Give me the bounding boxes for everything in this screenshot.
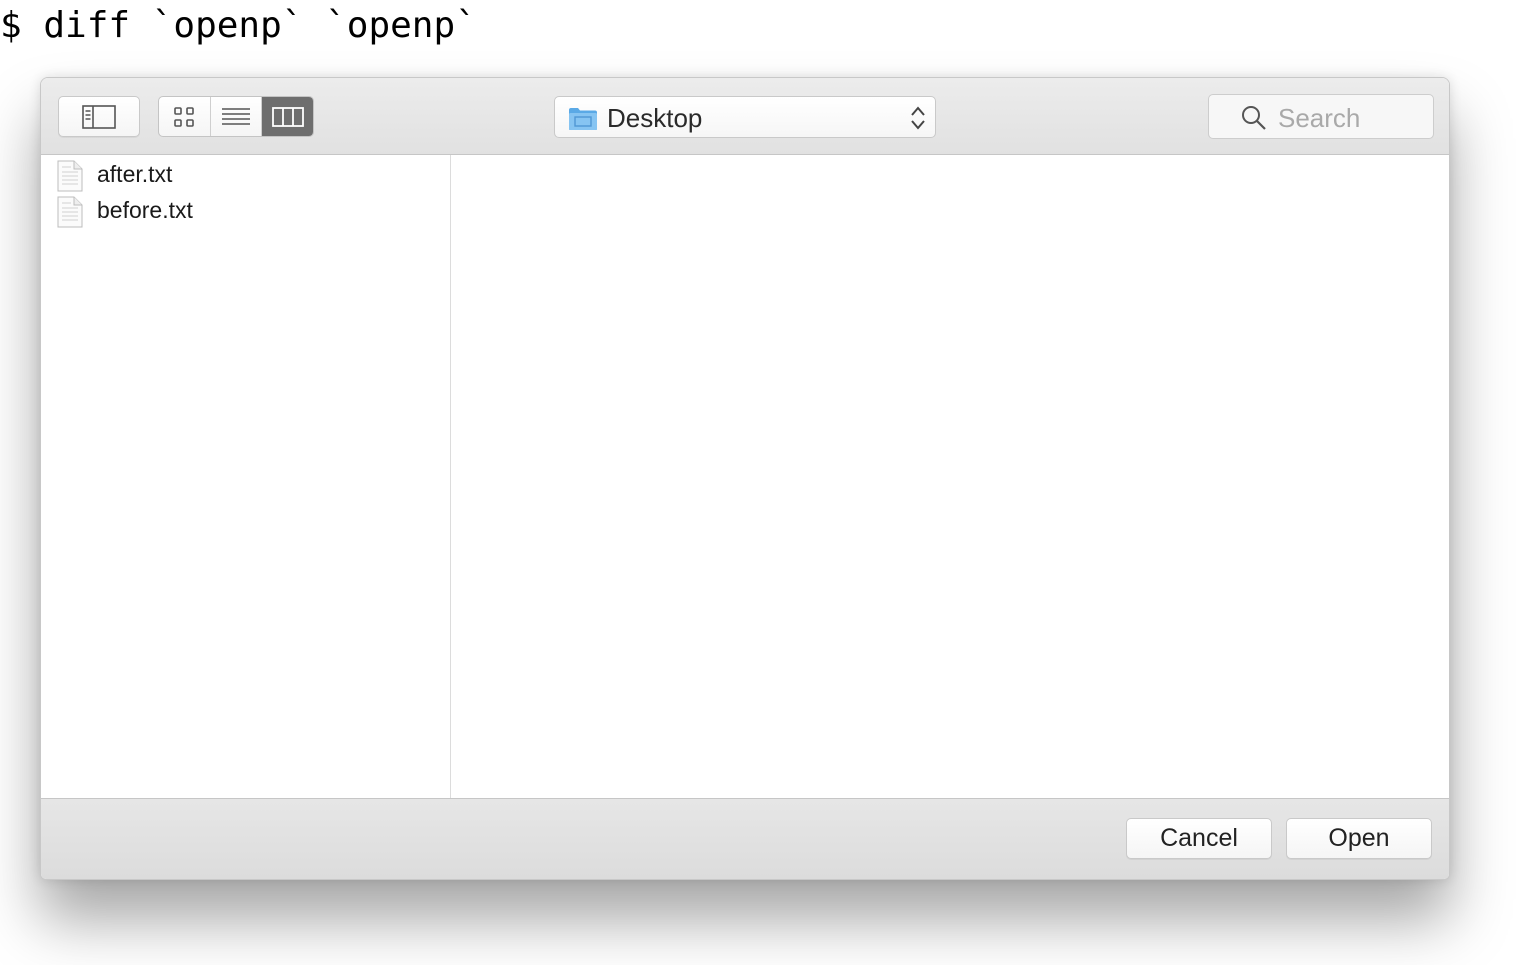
icon-view-icon <box>174 106 195 127</box>
list-view-icon <box>222 107 250 125</box>
up-down-chevron-icon <box>911 106 925 130</box>
location-label: Desktop <box>607 103 703 133</box>
search-field[interactable]: Search <box>1208 94 1434 139</box>
search-placeholder: Search <box>1278 103 1361 133</box>
view-mode-selector <box>158 96 314 137</box>
column-view-button[interactable] <box>262 97 313 136</box>
icon-view-button[interactable] <box>159 97 211 136</box>
text-file-icon <box>57 160 83 192</box>
dialog-toolbar: Desktop Search <box>41 78 1449 155</box>
terminal-command: $ diff `openp` `openp` <box>0 5 477 46</box>
cancel-button[interactable]: Cancel <box>1126 818 1272 859</box>
file-column[interactable]: after.txt before.txt <box>41 155 451 798</box>
sidebar-toggle-button[interactable] <box>58 96 140 137</box>
file-item-before[interactable]: before.txt <box>41 193 450 229</box>
file-name: after.txt <box>97 161 173 187</box>
file-item-after[interactable]: after.txt <box>41 157 450 193</box>
location-popup[interactable]: Desktop <box>554 96 936 138</box>
dialog-footer: Cancel Open <box>41 798 1449 879</box>
list-view-button[interactable] <box>211 97 263 136</box>
folder-icon <box>569 108 597 130</box>
file-browser: after.txt before.txt <box>41 155 1449 798</box>
open-file-dialog: Desktop Search after.txt before.txt Canc… <box>40 77 1450 880</box>
open-button[interactable]: Open <box>1286 818 1432 859</box>
column-view-icon <box>271 106 304 127</box>
sidebar-toggle-icon <box>82 104 116 129</box>
search-icon <box>1242 106 1266 130</box>
text-file-icon <box>57 196 83 228</box>
file-name: before.txt <box>97 197 193 223</box>
